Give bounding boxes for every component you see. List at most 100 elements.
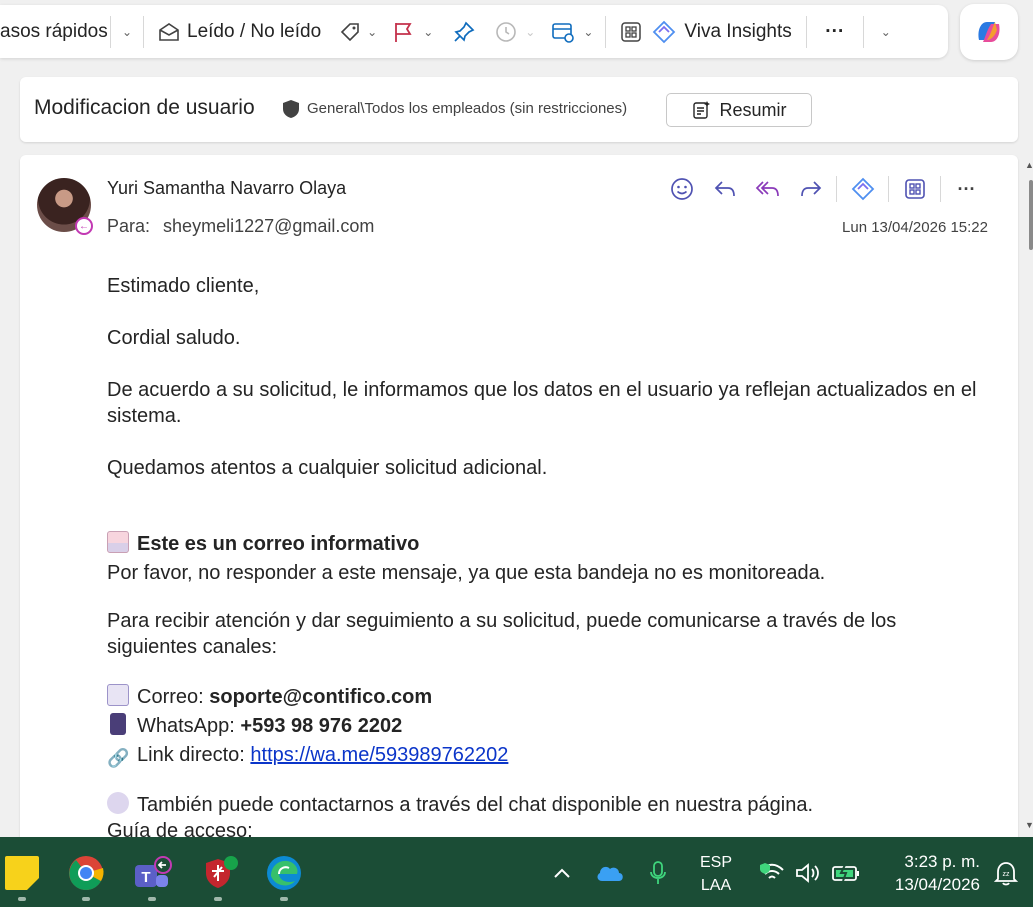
flag-icon [395, 22, 412, 42]
apps-button[interactable] [606, 14, 642, 50]
greeting: Estimado cliente, [107, 275, 260, 297]
onedrive-tray[interactable] [590, 853, 630, 893]
running-indicator [82, 897, 90, 901]
quick-steps-dropdown[interactable]: ⌄ [111, 14, 143, 50]
read-unread-label: Leído / No leído [187, 20, 322, 42]
battery-tray[interactable] [826, 853, 866, 893]
whatsapp-link[interactable]: https://wa.me/593989762202 [250, 744, 508, 766]
wifi-shield-icon [760, 863, 784, 879]
divider [940, 176, 941, 202]
rules-button[interactable]: ⌄ [535, 14, 593, 50]
vpn-app[interactable] [198, 853, 238, 893]
viva-insights-icon [653, 20, 676, 43]
teams-app[interactable]: T [132, 853, 172, 893]
message-date: Lun 13/04/2026 15:22 [842, 219, 988, 236]
pin-icon [454, 21, 475, 42]
chevron-down-icon: ⌄ [423, 24, 434, 39]
recipient-address[interactable]: sheymeli1227@gmail.com [163, 216, 374, 236]
to-prefix: Para: [107, 216, 151, 236]
more-label: ··· [825, 20, 845, 42]
summarize-button[interactable]: Resumir [666, 93, 812, 127]
microphone-tray[interactable] [638, 853, 678, 893]
tag-icon [341, 22, 359, 41]
vpn-shield-icon [206, 856, 238, 888]
viva-action-button[interactable] [841, 174, 884, 204]
edge-app[interactable] [264, 853, 304, 893]
chevron-down-icon: ⌄ [121, 24, 133, 39]
read-unread-button[interactable]: Leído / No leído [144, 14, 321, 50]
bell-snooze-icon: zz [994, 862, 1018, 886]
email-icon [107, 684, 129, 706]
shield-icon [283, 100, 299, 118]
chrome-app[interactable] [66, 853, 106, 893]
viva-insights-button[interactable]: Viva Insights [642, 14, 792, 50]
reply-icon [714, 181, 735, 197]
microphone-icon [650, 861, 666, 884]
scrollbar-thumb[interactable] [1029, 180, 1033, 250]
speech-bubble-icon [107, 792, 129, 814]
reply-all-button[interactable] [746, 174, 789, 204]
onedrive-cloud-icon [597, 866, 623, 881]
body-paragraph-3: Para recibir atención y dar seguimiento … [107, 610, 897, 658]
windows-taskbar: T ESP LAA 3:23 p. m. 13/04/2026 zz [0, 837, 1033, 907]
chevron-down-icon: ⌄ [880, 24, 891, 39]
message-actions: ··· [660, 174, 988, 204]
apps-action-button[interactable] [893, 174, 936, 204]
snooze-button[interactable]: ⌄ [475, 14, 535, 50]
reply-button[interactable] [703, 174, 746, 204]
copilot-button[interactable] [960, 4, 1018, 60]
scroll-down-arrow[interactable]: ▼ [1025, 820, 1033, 830]
chat-line: También puede contactarnos a través del … [107, 792, 987, 818]
quick-steps-button[interactable]: asos rápidos [0, 14, 110, 50]
divider [888, 176, 889, 202]
smiley-icon [670, 178, 693, 200]
link-channel-label: Link directo: [137, 744, 245, 766]
email-channel-label: Correo: [137, 686, 204, 708]
svg-text:T: T [141, 869, 150, 886]
reply-all-icon [755, 181, 779, 197]
subject-header: Modificacion de usuario General\Todos lo… [20, 77, 1018, 142]
viva-insights-icon [851, 177, 874, 201]
clock-time: 3:23 p. m. [904, 852, 980, 871]
clock-icon [496, 21, 517, 42]
input-language-indicator[interactable]: ESP LAA [690, 851, 742, 897]
volume-tray[interactable] [788, 853, 828, 893]
more-options-button[interactable]: ··· [807, 14, 863, 50]
email-subject: Modificacion de usuario [34, 96, 255, 119]
clock-date: 13/04/2026 [894, 875, 980, 894]
divider [836, 176, 837, 202]
running-indicator [148, 897, 156, 901]
react-button[interactable] [660, 174, 703, 204]
clock[interactable]: 3:23 p. m. 13/04/2026 [880, 850, 980, 896]
envelope-open-icon [159, 22, 179, 41]
whatsapp-channel: WhatsApp: +593 98 976 2202 [107, 712, 987, 741]
categorize-button[interactable]: ⌄ [321, 14, 377, 50]
whatsapp-channel-label: WhatsApp: [137, 715, 235, 737]
battery-charging-icon [832, 864, 859, 882]
summary-icon [693, 101, 711, 119]
flag-button[interactable]: ⌄ [377, 14, 433, 50]
chevron-down-icon: ⌄ [367, 24, 378, 39]
info-text: Por favor, no responder a este mensaje, … [107, 562, 826, 584]
tray-overflow-button[interactable] [542, 853, 582, 893]
svg-text:zz: zz [1003, 871, 1011, 878]
scroll-up-arrow[interactable]: ▲ [1025, 160, 1033, 170]
keyboard-layout: LAA [700, 877, 732, 894]
email-channel: Correo: soporte@contifico.com [107, 683, 987, 712]
network-tray[interactable] [752, 853, 792, 893]
ribbon-expand-button[interactable]: ⌄ [864, 14, 908, 50]
language-code: ESP [699, 854, 732, 871]
more-actions-button[interactable]: ··· [945, 174, 988, 204]
forward-button[interactable] [789, 174, 832, 204]
sender-name[interactable]: Yuri Samantha Navarro Olaya [107, 178, 346, 199]
summarize-label: Resumir [719, 99, 787, 120]
sensitivity-label[interactable]: General\Todos los empleados (sin restric… [307, 100, 627, 117]
chevron-up-icon [554, 868, 570, 878]
pin-button[interactable] [433, 14, 475, 50]
info-heading: Este es un correo informativo [137, 533, 420, 555]
recipient-line: Para: sheymeli1227@gmail.com [107, 216, 382, 237]
sticky-notes-app[interactable] [2, 853, 42, 893]
notifications-button[interactable]: zz [986, 853, 1026, 893]
running-indicator [280, 897, 288, 901]
ribbon-toolbar: asos rápidos ⌄ Leído / No leído ⌄ ⌄ ⌄ ⌄ … [0, 5, 948, 58]
